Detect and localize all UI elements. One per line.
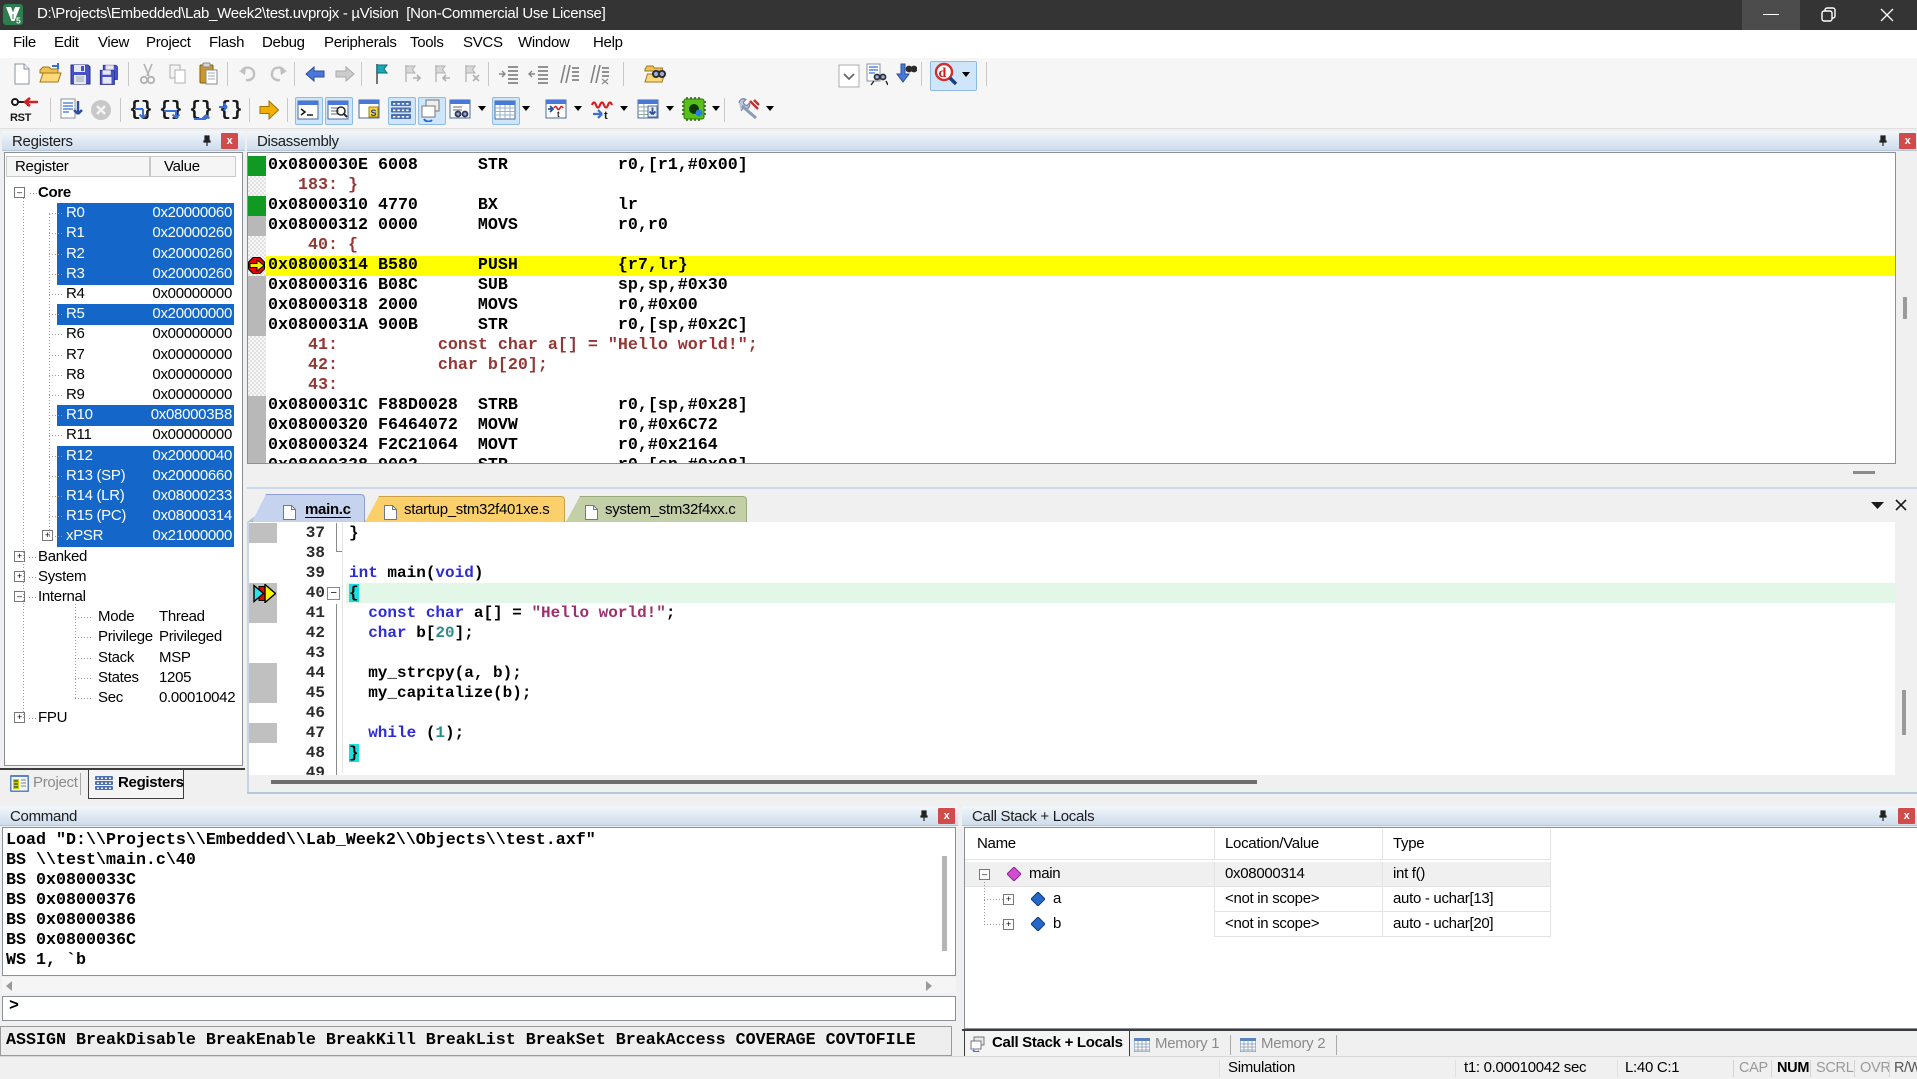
svg-text:{}: {} — [129, 99, 152, 122]
svg-text:RST: RST — [10, 112, 32, 124]
svg-text:{}: {} — [219, 99, 242, 122]
svg-text:t: t — [604, 110, 608, 121]
svg-text:d: d — [939, 66, 947, 81]
svg-text:S: S — [371, 108, 377, 118]
svg-text:5: 5 — [16, 16, 21, 26]
